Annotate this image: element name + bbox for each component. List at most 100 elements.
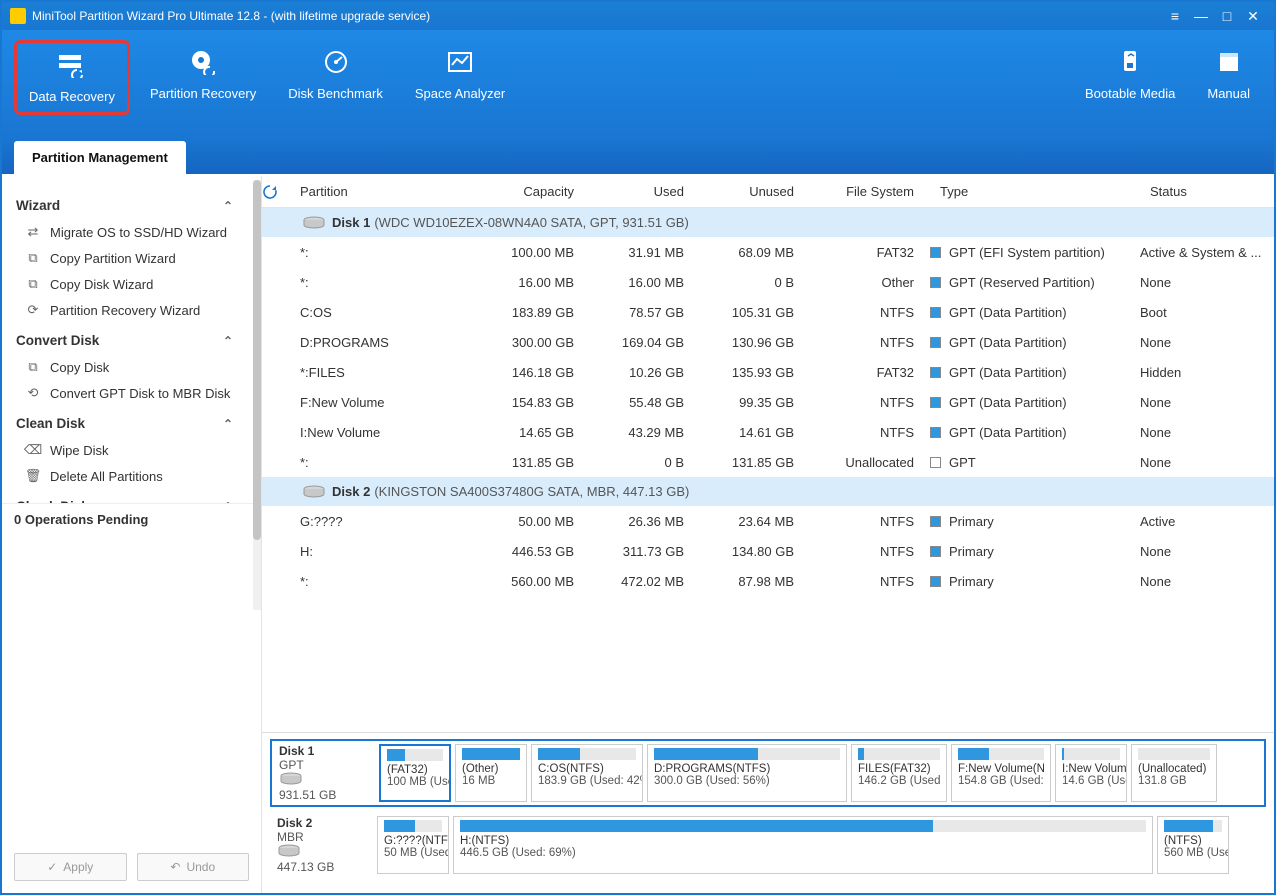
disk-map-partition[interactable]: (NTFS)560 MB (Use xyxy=(1157,816,1229,874)
col-unused[interactable]: Unused xyxy=(692,184,802,199)
type-swatch-icon xyxy=(930,277,941,288)
sidebar-item[interactable]: ⧉ Copy Disk Wizard xyxy=(16,271,257,297)
sidebar-item[interactable]: ⇄ Migrate OS to SSD/HD Wizard xyxy=(16,219,257,245)
sidebar-item[interactable]: ⟳ Partition Recovery Wizard xyxy=(16,297,257,323)
disk-header-row[interactable]: Disk 2 (KINGSTON SA400S37480G SATA, MBR,… xyxy=(262,477,1274,506)
sidebar-item-label: Wipe Disk xyxy=(50,443,109,458)
tab-partition-management[interactable]: Partition Management xyxy=(14,141,186,174)
space-analyzer-button[interactable]: Space Analyzer xyxy=(403,40,517,109)
chevron-up-icon: ⌃ xyxy=(223,417,233,431)
disk-map-row[interactable]: Disk 1GPT931.51 GB(FAT32)100 MB (Used(Ot… xyxy=(270,739,1266,807)
partition-row[interactable]: *:16.00 MB16.00 MB0 BOtherGPT (Reserved … xyxy=(262,267,1274,297)
action-icon: ⟳ xyxy=(24,302,42,318)
bootable-media-icon xyxy=(1114,48,1146,76)
type-swatch-icon xyxy=(930,576,941,587)
chevron-up-icon: ⌃ xyxy=(223,199,233,213)
minimize-button[interactable]: — xyxy=(1188,8,1214,24)
sidebar-item-label: Copy Disk Wizard xyxy=(50,277,153,292)
type-swatch-icon xyxy=(930,457,941,468)
sidebar-item-label: Copy Partition Wizard xyxy=(50,251,176,266)
col-capacity[interactable]: Capacity xyxy=(472,184,582,199)
sidebar-item-label: Copy Disk xyxy=(50,360,109,375)
action-icon: ⧉ xyxy=(24,276,42,292)
operations-pending: 0 Operations Pending xyxy=(2,503,261,535)
disk-header-row[interactable]: Disk 1 (WDC WD10EZEX-08WN4A0 SATA, GPT, … xyxy=(262,208,1274,237)
manual-icon xyxy=(1213,48,1245,76)
type-swatch-icon xyxy=(930,427,941,438)
partition-row[interactable]: *:100.00 MB31.91 MB68.09 MBFAT32GPT (EFI… xyxy=(262,237,1274,267)
disk-benchmark-button[interactable]: Disk Benchmark xyxy=(276,40,395,109)
disk-map-partition[interactable]: (FAT32)100 MB (Used xyxy=(379,744,451,802)
disk-map-row[interactable]: Disk 2MBR447.13 GBG:????(NTFS50 MB (Used… xyxy=(270,813,1266,877)
disk-map-partition[interactable]: C:OS(NTFS)183.9 GB (Used: 42% xyxy=(531,744,643,802)
sidebar-item[interactable]: ⌫Wipe Disk xyxy=(16,437,257,463)
titlebar: MiniTool Partition Wizard Pro Ultimate 1… xyxy=(2,2,1274,30)
partition-row[interactable]: C:OS183.89 GB78.57 GB105.31 GBNTFSGPT (D… xyxy=(262,297,1274,327)
action-icon: ⇄ xyxy=(24,224,42,240)
disk-map-partition[interactable]: H:(NTFS)446.5 GB (Used: 69%) xyxy=(453,816,1153,874)
col-partition[interactable]: Partition xyxy=(292,184,472,199)
disk-map-partition[interactable]: I:New Volum14.6 GB (Use xyxy=(1055,744,1127,802)
window-title: MiniTool Partition Wizard Pro Ultimate 1… xyxy=(32,9,1162,23)
data-recovery-button[interactable]: Data Recovery xyxy=(14,40,130,115)
maximize-button[interactable]: □ xyxy=(1214,8,1240,24)
action-icon: ⧉ xyxy=(24,359,42,375)
refresh-button[interactable] xyxy=(262,184,292,200)
partition-row[interactable]: H:446.53 GB311.73 GB134.80 GBNTFSPrimary… xyxy=(262,536,1274,566)
sidebar-group-header[interactable]: Wizard⌃ xyxy=(16,198,257,213)
disk-map-area: Disk 1GPT931.51 GB(FAT32)100 MB (Used(Ot… xyxy=(262,732,1274,893)
partition-row[interactable]: *:131.85 GB0 B131.85 GBUnallocatedGPTNon… xyxy=(262,447,1274,477)
partition-row[interactable]: *:FILES146.18 GB10.26 GB135.93 GBFAT32GP… xyxy=(262,357,1274,387)
chevron-up-icon: ⌃ xyxy=(223,334,233,348)
sidebar-item[interactable]: ⧉ Copy Partition Wizard xyxy=(16,245,257,271)
sidebar-group-header[interactable]: Convert Disk⌃ xyxy=(16,333,257,348)
partition-recovery-icon xyxy=(187,48,219,76)
sidebar-item[interactable]: ⧉ Copy Disk xyxy=(16,354,257,380)
disk-map-partition[interactable]: D:PROGRAMS(NTFS)300.0 GB (Used: 56%) xyxy=(647,744,847,802)
partition-table-area: Partition Capacity Used Unused File Syst… xyxy=(262,176,1274,893)
sidebar-item-label: Partition Recovery Wizard xyxy=(50,303,200,318)
sidebar-item[interactable]: ⟲ Convert GPT Disk to MBR Disk xyxy=(16,380,257,406)
disk-map-partition[interactable]: G:????(NTFS50 MB (Used xyxy=(377,816,449,874)
partition-row[interactable]: D:PROGRAMS300.00 GB169.04 GB130.96 GBNTF… xyxy=(262,327,1274,357)
check-icon: ✓ xyxy=(47,860,57,874)
col-status[interactable]: Status xyxy=(1132,184,1274,199)
col-used[interactable]: Used xyxy=(582,184,692,199)
disk-benchmark-icon xyxy=(320,48,352,76)
bootable-media-button[interactable]: Bootable Media xyxy=(1073,40,1187,109)
type-swatch-icon xyxy=(930,367,941,378)
disk-map-partition[interactable]: (Unallocated)131.8 GB xyxy=(1131,744,1217,802)
data-recovery-icon xyxy=(56,51,88,79)
space-analyzer-icon xyxy=(444,48,476,76)
col-type[interactable]: Type xyxy=(922,184,1132,199)
disk-map-partition[interactable]: (Other)16 MB xyxy=(455,744,527,802)
disk-map-partition[interactable]: F:New Volume(N154.8 GB (Used: xyxy=(951,744,1051,802)
close-button[interactable]: ✕ xyxy=(1240,8,1266,25)
partition-row[interactable]: G:????50.00 MB26.36 MB23.64 MBNTFSPrimar… xyxy=(262,506,1274,536)
sidebar-item[interactable]: 🗑Delete All Partitions xyxy=(16,463,257,489)
disk-icon xyxy=(302,485,324,499)
menu-icon[interactable]: ≡ xyxy=(1162,8,1188,24)
sidebar-item-label: Migrate OS to SSD/HD Wizard xyxy=(50,225,227,240)
action-icon: ⟲ xyxy=(24,385,42,401)
table-header: Partition Capacity Used Unused File Syst… xyxy=(262,176,1274,208)
action-icon: ⧉ xyxy=(24,250,42,266)
disk-map-partition[interactable]: FILES(FAT32)146.2 GB (Used xyxy=(851,744,947,802)
partition-row[interactable]: *:560.00 MB472.02 MB87.98 MBNTFSPrimaryN… xyxy=(262,566,1274,596)
manual-button[interactable]: Manual xyxy=(1195,40,1262,109)
type-swatch-icon xyxy=(930,397,941,408)
partition-row[interactable]: I:New Volume14.65 GB43.29 MB14.61 GBNTFS… xyxy=(262,417,1274,447)
sidebar-group-header[interactable]: Clean Disk⌃ xyxy=(16,416,257,431)
main-toolbar: Data Recovery Partition Recovery Disk Be… xyxy=(2,30,1274,140)
apply-button[interactable]: ✓Apply xyxy=(14,853,127,881)
undo-button[interactable]: ↶Undo xyxy=(137,853,250,881)
partition-row[interactable]: F:New Volume154.83 GB55.48 GB99.35 GBNTF… xyxy=(262,387,1274,417)
tab-row: Partition Management xyxy=(2,138,1274,174)
sidebar-scrollbar-thumb[interactable] xyxy=(253,180,261,540)
type-swatch-icon xyxy=(930,546,941,557)
sidebar-item-label: Convert GPT Disk to MBR Disk xyxy=(50,386,230,401)
disk-map-label: Disk 2MBR447.13 GB xyxy=(273,816,373,874)
col-filesystem[interactable]: File System xyxy=(802,184,922,199)
partition-recovery-button[interactable]: Partition Recovery xyxy=(138,40,268,109)
sidebar: Wizard⌃ ⇄ Migrate OS to SSD/HD Wizard ⧉ Copy… xyxy=(2,176,262,893)
